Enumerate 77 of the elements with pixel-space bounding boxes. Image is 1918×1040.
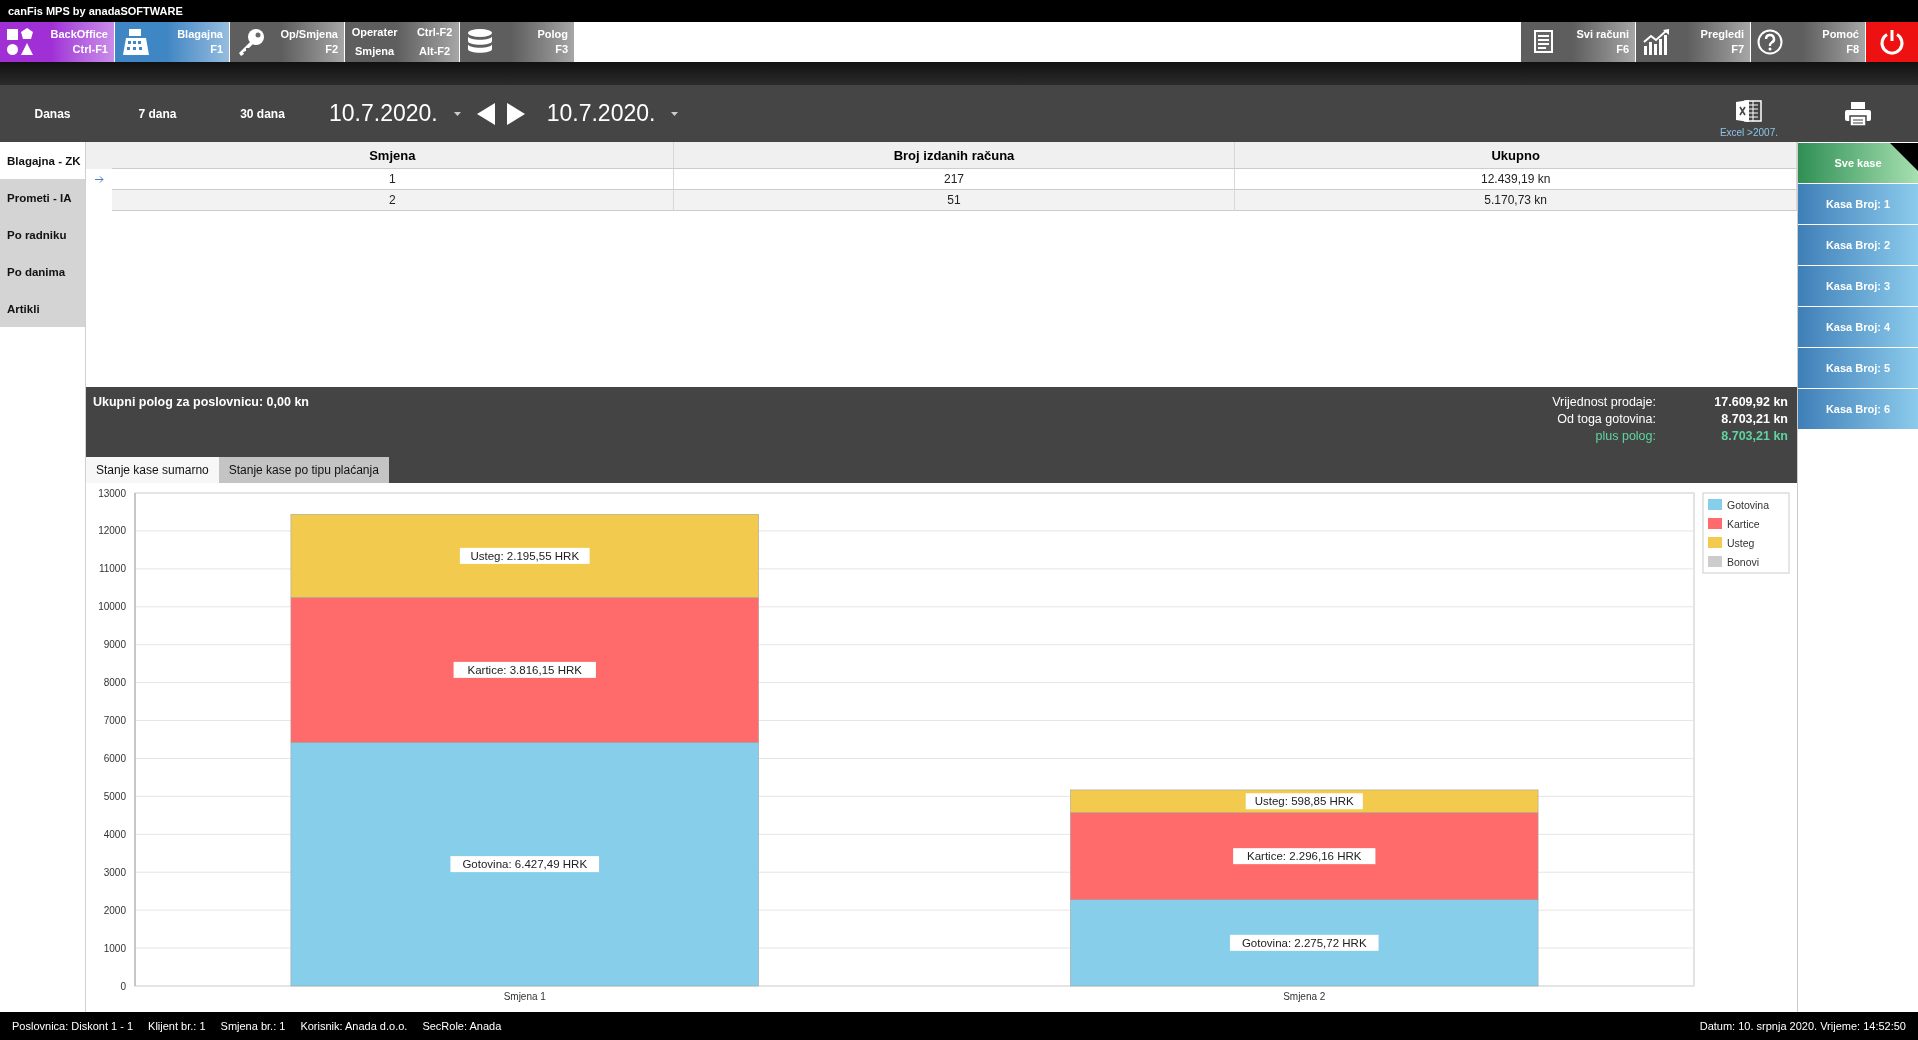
legend-label: Bonovi xyxy=(1727,556,1760,568)
tab[interactable]: Stanje kase sumarno xyxy=(86,457,219,483)
legend-label: Gotovina xyxy=(1727,499,1770,511)
status-item: Poslovnica: Diskont 1 - 1 xyxy=(12,1020,134,1032)
shapes-icon xyxy=(6,28,34,56)
status-item: Korisnik: Anada d.o.o. xyxy=(300,1020,408,1032)
sidebar-item[interactable]: Prometi - IA xyxy=(0,179,85,216)
dropdown-caret-icon[interactable] xyxy=(453,111,461,116)
toolbar-button[interactable]: Op/Smjena F2 xyxy=(230,22,345,62)
data-label: Gotovina: 6.427,49 HRK xyxy=(450,856,600,873)
row-pointer-icon xyxy=(94,176,104,183)
date-range-button[interactable]: 30 dana xyxy=(210,100,315,127)
toolbar-button[interactable]: Pregledi F7 xyxy=(1636,22,1751,62)
right-triangle-icon xyxy=(506,102,525,125)
toolbar-button[interactable]: Pomoć F8 xyxy=(1751,22,1866,62)
axis-category-label: Smjena 1 xyxy=(503,991,546,1002)
axis-tick-label: 9000 xyxy=(103,639,126,651)
deposit-total: Ukupni polog za poslovnicu: 0,00 kn xyxy=(93,395,309,411)
date-range-button[interactable]: 7 dana xyxy=(105,100,210,127)
summary-value: 17.609,92 kn xyxy=(1713,395,1788,409)
axis-category-label: Smjena 2 xyxy=(1283,991,1326,1002)
bar-chart-icon xyxy=(1642,29,1670,55)
axis-tick-label: 3000 xyxy=(103,866,126,878)
power-icon xyxy=(1879,29,1905,55)
spreadsheet-icon xyxy=(1735,99,1762,123)
column-header[interactable]: Smjena xyxy=(112,142,674,169)
status-item: Smjena br.: 1 xyxy=(220,1020,286,1032)
date-to-field[interactable]: 10.7.2020. xyxy=(546,100,656,127)
table-cell: 51 xyxy=(673,190,1236,211)
table-cell: 5.170,73 kn xyxy=(1235,190,1797,211)
window-title: canFis MPS by anadaSOFTWARE xyxy=(0,0,1918,22)
date-from-field[interactable]: 10.7.2020. xyxy=(329,100,438,127)
status-datetime: Datum: 10. srpnja 2020. Vrijeme: 14:52:50 xyxy=(1699,1020,1906,1032)
sidebar-item[interactable]: Po radniku xyxy=(0,216,85,253)
axis-tick-label: 13000 xyxy=(98,487,126,499)
database-icon xyxy=(466,28,494,56)
summary-value: 8.703,21 kn xyxy=(1720,429,1788,443)
table-cell: 2 xyxy=(112,190,674,211)
axis-tick-label: 8000 xyxy=(103,677,126,689)
status-item: SecRole: Anada xyxy=(422,1020,502,1032)
summary-label: plus polog: xyxy=(1594,429,1656,443)
toolbar-button[interactable]: Svi računi F6 xyxy=(1521,22,1636,62)
printer-icon xyxy=(1844,100,1872,127)
axis-tick-label: 12000 xyxy=(98,525,126,537)
data-label: Kartice: 2.296,16 HRK xyxy=(1233,848,1376,865)
column-header[interactable]: Ukupno xyxy=(1235,142,1797,169)
summary-label: Od toga gotovina: xyxy=(1556,412,1656,426)
column-header[interactable]: Broj izdanih računa xyxy=(673,142,1236,169)
axis-tick-label: 0 xyxy=(120,980,126,992)
summary-label: Vrijednost prodaje: xyxy=(1552,395,1656,409)
data-label: Usteg: 598,85 HRK xyxy=(1245,793,1363,810)
axis-tick-label: 6000 xyxy=(103,752,126,764)
axis-tick-label: 5000 xyxy=(103,790,126,802)
axis-tick-label: 11000 xyxy=(98,563,126,575)
date-range-button[interactable]: Danas xyxy=(0,100,105,127)
toolbar-button[interactable]: BackOffice Ctrl-F1 xyxy=(0,22,115,62)
axis-tick-label: 1000 xyxy=(103,942,126,954)
tab[interactable]: Stanje kase po tipu plaćanja xyxy=(218,457,389,483)
axis-tick-label: 4000 xyxy=(103,828,126,840)
power-button[interactable] xyxy=(1866,22,1918,62)
legend-label: Kartice xyxy=(1727,518,1760,530)
toolbar-button[interactable]: Operater Ctrl-F2 Smjena Alt-F2 xyxy=(345,22,460,62)
axis-tick-label: 2000 xyxy=(103,904,126,916)
left-triangle-icon xyxy=(476,102,495,125)
print-button[interactable] xyxy=(1844,100,1872,127)
key-icon xyxy=(236,27,266,57)
sidebar-item[interactable]: Po danima xyxy=(0,253,85,290)
help-icon xyxy=(1757,29,1783,55)
dropdown-caret-icon[interactable] xyxy=(671,111,679,116)
sidebar-item[interactable]: Artikli xyxy=(0,290,85,327)
legend-label: Usteg xyxy=(1727,537,1755,549)
status-item: Klijent br.: 1 xyxy=(148,1020,206,1032)
cash-register-icon xyxy=(121,28,151,56)
axis-tick-label: 10000 xyxy=(98,601,126,613)
summary-value: 8.703,21 kn xyxy=(1720,412,1788,426)
excel-export-button[interactable]: Excel >2007. xyxy=(1719,99,1778,138)
axis-tick-label: 7000 xyxy=(103,715,126,727)
